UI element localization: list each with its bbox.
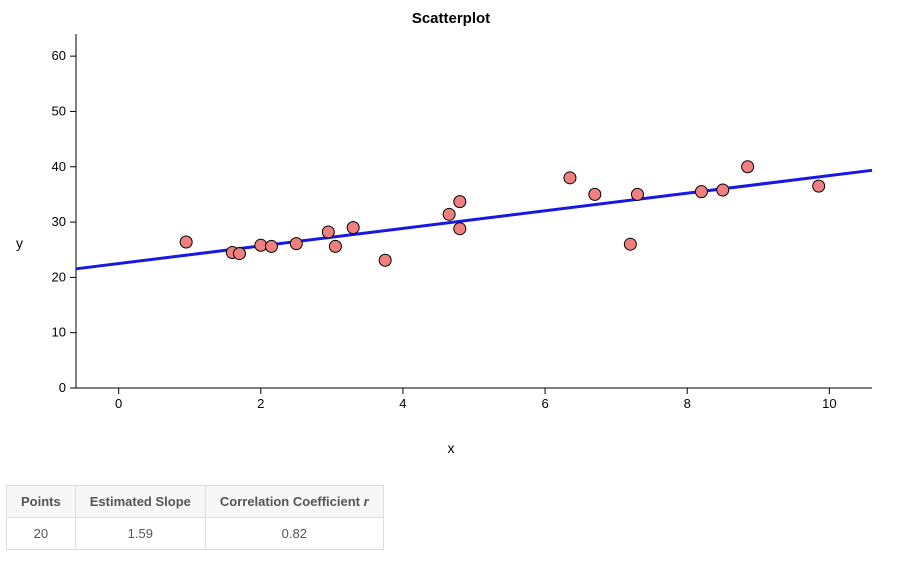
scatter-point (564, 172, 576, 184)
x-tick-label: 6 (541, 396, 548, 411)
scatter-point (233, 248, 245, 260)
chart-title: Scatterplot (0, 0, 902, 27)
scatter-point (347, 222, 359, 234)
scatter-point (813, 180, 825, 192)
scatter-point (695, 186, 707, 198)
stats-value-slope: 1.59 (75, 518, 205, 550)
scatter-point (589, 188, 601, 200)
x-axis-label: x (448, 440, 455, 456)
scatter-point (624, 238, 636, 250)
scatter-point (180, 236, 192, 248)
scatter-point (329, 240, 341, 252)
stats-header-slope: Estimated Slope (75, 486, 205, 518)
scatterplot: y 0 10 20 30 40 50 60 0 2 4 6 8 10 x (16, 28, 886, 458)
regression-line (76, 170, 872, 269)
x-tick-label: 10 (822, 396, 836, 411)
scatter-point (255, 239, 267, 251)
scatter-point (322, 226, 334, 238)
scatter-point (742, 161, 754, 173)
y-tick-label: 40 (52, 159, 66, 174)
x-tick-label: 2 (257, 396, 264, 411)
y-tick-label: 0 (59, 380, 66, 395)
plot-svg: 0 10 20 30 40 50 60 0 2 4 6 8 10 (16, 28, 886, 428)
y-tick-label: 20 (52, 269, 66, 284)
y-tick-label: 10 (52, 325, 66, 340)
x-tick-label: 0 (115, 396, 122, 411)
stats-header-points: Points (7, 486, 76, 518)
scatter-point (631, 188, 643, 200)
scatter-point (454, 196, 466, 208)
stats-header-corr: Correlation Coefficient r (205, 486, 383, 518)
stats-value-corr: 0.82 (205, 518, 383, 550)
scatter-point (265, 240, 277, 252)
scatter-point (454, 223, 466, 235)
scatter-point (443, 208, 455, 220)
y-axis-label: y (16, 235, 23, 251)
x-tick-label: 4 (399, 396, 406, 411)
y-tick-label: 50 (52, 103, 66, 118)
stats-table: Points Estimated Slope Correlation Coeff… (6, 485, 384, 550)
scatter-point (290, 238, 302, 250)
x-tick-label: 8 (684, 396, 691, 411)
y-tick-label: 60 (52, 48, 66, 63)
scatter-point (379, 254, 391, 266)
y-tick-label: 30 (52, 214, 66, 229)
stats-value-points: 20 (7, 518, 76, 550)
scatter-point (717, 184, 729, 196)
